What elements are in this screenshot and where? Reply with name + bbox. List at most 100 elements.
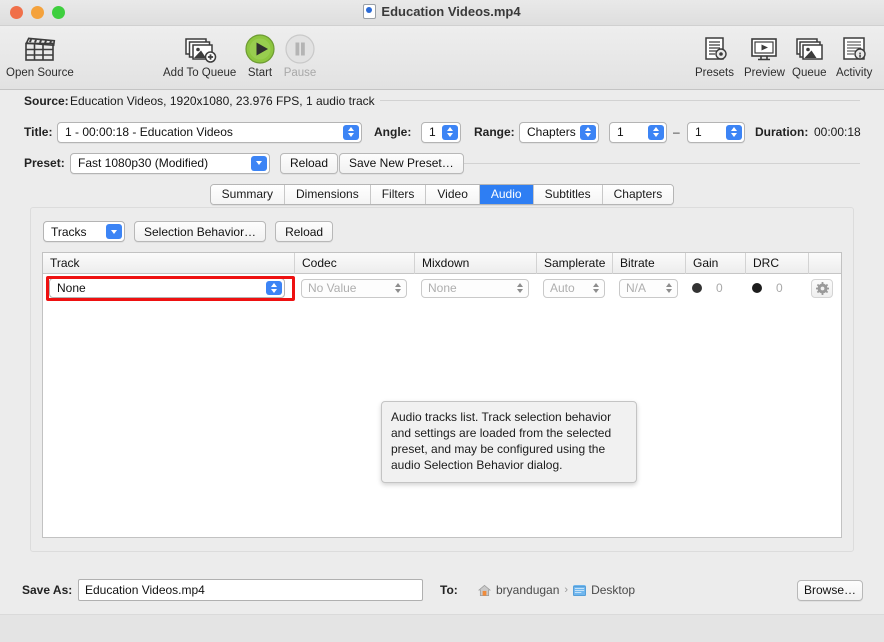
bitrate-select[interactable]: N/A	[619, 278, 678, 298]
source-label: Source:	[24, 94, 69, 108]
range-to-value: 1	[695, 125, 702, 139]
toolbar-preview[interactable]: Preview	[744, 32, 785, 79]
status-strip	[0, 614, 884, 642]
browse-label: Browse…	[804, 583, 857, 597]
audio-reload-button[interactable]: Reload	[275, 221, 334, 242]
title-select[interactable]: 1 - 00:00:18 - Education Videos	[57, 121, 362, 143]
angle-select[interactable]: 1	[421, 121, 461, 143]
preset-reload-button[interactable]: Reload	[280, 152, 339, 174]
column-header-settings[interactable]	[809, 253, 841, 274]
toolbar-open-source[interactable]: Open Source	[6, 32, 74, 79]
main-toolbar: Open Source Add To Queue Start Pause Pre…	[0, 26, 884, 90]
track-select[interactable]: None	[49, 278, 285, 298]
cell-gain[interactable]: 0	[686, 281, 746, 295]
chevron-updown-icon	[648, 124, 664, 140]
tab-filters[interactable]: Filters	[370, 185, 427, 204]
gear-icon[interactable]	[811, 278, 833, 298]
cell-mixdown[interactable]: None	[415, 278, 537, 298]
save-as-input[interactable]: Education Videos.mp4	[78, 579, 423, 601]
save-as-label: Save As:	[22, 583, 73, 597]
document-icon	[363, 4, 377, 19]
title-label: Title:	[24, 125, 53, 139]
chevron-down-icon	[106, 224, 122, 239]
tracks-button[interactable]: Tracks	[43, 221, 125, 242]
samplerate-select[interactable]: Auto	[543, 278, 605, 298]
preset-select[interactable]: Fast 1080p30 (Modified)	[70, 152, 270, 174]
toolbar-open-source-label: Open Source	[6, 67, 74, 79]
source-value: Education Videos, 1920x1080, 23.976 FPS,…	[70, 94, 375, 108]
cell-bitrate[interactable]: N/A	[613, 278, 686, 298]
path-separator: ›	[564, 584, 569, 596]
chevron-updown-icon	[666, 282, 672, 293]
table-row[interactable]: None No Value None Auto N/A 0 0	[43, 274, 841, 302]
cell-samplerate[interactable]: Auto	[537, 278, 613, 298]
column-header-mixdown[interactable]: Mixdown	[415, 253, 537, 274]
activity-icon	[836, 32, 872, 66]
toolbar-queue[interactable]: Queue	[792, 32, 827, 79]
preset-select-value: Fast 1080p30 (Modified)	[78, 156, 209, 170]
pause-icon	[283, 32, 317, 66]
angle-select-value: 1	[429, 125, 436, 139]
cell-settings[interactable]	[809, 278, 841, 298]
cell-track[interactable]: None	[43, 278, 295, 298]
drc-slider[interactable]	[752, 282, 766, 294]
drc-value: 0	[776, 281, 783, 295]
range-from-select[interactable]: 1	[609, 121, 667, 143]
destination-path[interactable]: bryandugan › Desktop	[477, 583, 635, 597]
tracks-button-label: Tracks	[51, 224, 87, 239]
toolbar-activity[interactable]: Activity	[836, 32, 872, 79]
mixdown-select[interactable]: None	[421, 278, 529, 298]
range-type-select[interactable]: Chapters	[519, 121, 599, 143]
bitrate-select-value: N/A	[626, 281, 647, 295]
tooltip-text: Audio tracks list. Track selection behav…	[391, 410, 612, 472]
cell-codec[interactable]: No Value	[295, 278, 415, 298]
gain-slider[interactable]	[692, 282, 706, 294]
samplerate-select-value: Auto	[550, 281, 575, 295]
tab-audio[interactable]: Audio	[479, 185, 534, 204]
tab-subtitles[interactable]: Subtitles	[533, 185, 603, 204]
tab-video[interactable]: Video	[426, 185, 480, 204]
clapperboard-icon	[6, 32, 74, 66]
tab-chapters[interactable]: Chapters	[602, 185, 674, 204]
chevron-updown-icon	[517, 282, 523, 293]
track-select-value: None	[57, 281, 86, 295]
toolbar-presets[interactable]: Presets	[695, 32, 734, 79]
column-header-samplerate[interactable]: Samplerate	[537, 253, 613, 274]
selection-behavior-label: Selection Behavior…	[144, 224, 257, 239]
toolbar-add-to-queue-label: Add To Queue	[163, 67, 237, 79]
column-header-track[interactable]: Track	[43, 253, 295, 274]
column-header-gain[interactable]: Gain	[686, 253, 746, 274]
selection-behavior-button[interactable]: Selection Behavior…	[134, 221, 267, 242]
settings-tabs: Summary Dimensions Filters Video Audio Subtit…	[0, 184, 884, 205]
chevron-updown-icon	[726, 124, 742, 140]
toolbar-add-to-queue[interactable]: Add To Queue	[163, 32, 236, 79]
to-label: To:	[440, 583, 458, 597]
save-new-preset-label: Save New Preset…	[349, 156, 454, 170]
source-row: Source: Education Videos, 1920x1080, 23.…	[0, 90, 884, 116]
column-header-codec[interactable]: Codec	[295, 253, 415, 274]
mixdown-select-value: None	[428, 281, 457, 295]
duration-label: Duration:	[755, 125, 809, 139]
audio-panel: Tracks Selection Behavior… Reload Track …	[30, 207, 854, 552]
range-from-value: 1	[617, 125, 624, 139]
range-type-value: Chapters	[527, 125, 576, 139]
angle-label: Angle:	[374, 125, 412, 139]
preset-reload-label: Reload	[290, 156, 329, 170]
column-header-bitrate[interactable]: Bitrate	[613, 253, 686, 274]
tab-dimensions[interactable]: Dimensions	[285, 185, 371, 204]
cell-drc[interactable]: 0	[746, 281, 809, 295]
toolbar-start[interactable]: Start	[243, 32, 277, 79]
codec-select-value: No Value	[308, 281, 357, 295]
save-new-preset-button[interactable]: Save New Preset…	[339, 152, 464, 174]
bottom-bar: Save As: Education Videos.mp4 To: bryand…	[0, 566, 884, 642]
codec-select[interactable]: No Value	[301, 278, 407, 298]
audio-reload-label: Reload	[285, 224, 324, 239]
tab-summary[interactable]: Summary	[210, 185, 286, 204]
column-header-drc[interactable]: DRC	[746, 253, 809, 274]
toolbar-presets-label: Presets	[695, 67, 734, 79]
chevron-updown-icon	[343, 124, 359, 140]
range-dash: –	[673, 125, 680, 139]
range-to-select[interactable]: 1	[687, 121, 745, 143]
queue-icon	[792, 32, 827, 66]
browse-button[interactable]: Browse…	[797, 579, 863, 601]
